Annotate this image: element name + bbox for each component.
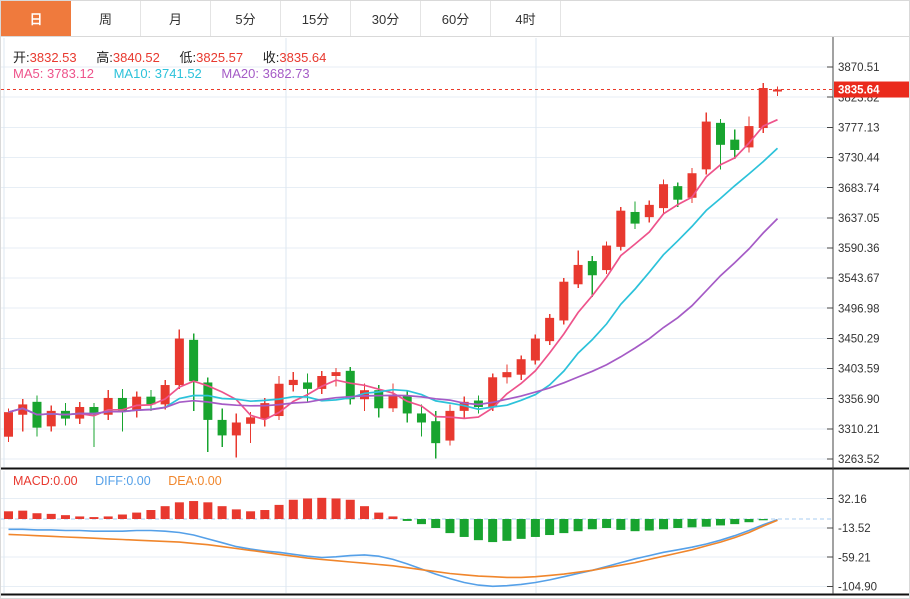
close-label: 收: <box>263 50 280 65</box>
low-label: 低: <box>180 50 197 65</box>
open-label: 开: <box>13 50 30 65</box>
macd-header: MACD:0.00 DIFF:0.00 DEA:0.00 <box>13 474 236 488</box>
ma20-value: 3682.73 <box>263 66 310 81</box>
svg-text:3777.13: 3777.13 <box>838 122 880 134</box>
dea-value: 0.00 <box>197 474 221 488</box>
tab-week[interactable]: 周 <box>71 1 141 36</box>
ma10-value: 3741.52 <box>155 66 202 81</box>
diff-value: 0.00 <box>126 474 150 488</box>
close-value: 3835.64 <box>279 50 326 65</box>
svg-text:3637.05: 3637.05 <box>838 213 880 225</box>
ohlc-header: 开:3832.53 高:3840.52 低:3825.57 收:3835.64 <box>13 47 342 66</box>
svg-text:3263.52: 3263.52 <box>838 454 880 466</box>
tab-day[interactable]: 日 <box>1 1 71 36</box>
svg-text:3496.98: 3496.98 <box>838 303 880 315</box>
ma-header: MA5: 3783.12 MA10: 3741.52 MA20: 3682.73 <box>13 66 326 81</box>
high-label: 高: <box>96 50 113 65</box>
svg-text:3730.44: 3730.44 <box>838 153 880 165</box>
svg-text:3590.36: 3590.36 <box>838 243 880 255</box>
svg-text:3310.21: 3310.21 <box>838 424 880 436</box>
tab-60min[interactable]: 60分 <box>421 1 491 36</box>
candles-layer <box>1 83 833 459</box>
svg-text:-104.90: -104.90 <box>838 582 877 594</box>
macd-label: MACD: <box>13 474 53 488</box>
tab-month[interactable]: 月 <box>141 1 211 36</box>
svg-text:3356.90: 3356.90 <box>838 394 880 406</box>
svg-text:-59.21: -59.21 <box>838 552 871 564</box>
svg-text:3403.59: 3403.59 <box>838 364 880 376</box>
ma20-label: MA20: <box>221 66 259 81</box>
last-price-tag-value: 3835.64 <box>838 85 880 97</box>
open-value: 3832.53 <box>30 50 77 65</box>
tab-4hour[interactable]: 4时 <box>491 1 561 36</box>
ma5-line <box>9 120 778 420</box>
kline-chart-canvas[interactable]: 3870.513823.823777.133730.443683.743637.… <box>1 1 910 599</box>
gridlines-layer <box>1 38 833 593</box>
kline-app: 日 周 月 5分 15分 30分 60分 4时 3870.513823.8237… <box>0 0 910 599</box>
svg-text:3870.51: 3870.51 <box>838 62 880 74</box>
diff-label: DIFF: <box>95 474 126 488</box>
ma5-value: 3783.12 <box>47 66 94 81</box>
tab-15min[interactable]: 15分 <box>281 1 351 36</box>
high-value: 3840.52 <box>113 50 160 65</box>
dea-label: DEA: <box>168 474 197 488</box>
macd-value: 0.00 <box>53 474 77 488</box>
svg-text:-13.52: -13.52 <box>838 523 871 535</box>
tab-30min[interactable]: 30分 <box>351 1 421 36</box>
ma10-label: MA10: <box>114 66 152 81</box>
diff-line <box>9 520 778 587</box>
ma5-label: MA5: <box>13 66 43 81</box>
svg-text:32.16: 32.16 <box>838 494 867 506</box>
svg-text:3543.67: 3543.67 <box>838 273 880 285</box>
macd-layer <box>4 498 778 586</box>
svg-text:3450.29: 3450.29 <box>838 334 880 346</box>
low-value: 3825.57 <box>196 50 243 65</box>
tab-5min[interactable]: 5分 <box>211 1 281 36</box>
timeframe-tabbar: 日 周 月 5分 15分 30分 60分 4时 <box>1 1 909 37</box>
svg-text:3683.74: 3683.74 <box>838 183 880 195</box>
